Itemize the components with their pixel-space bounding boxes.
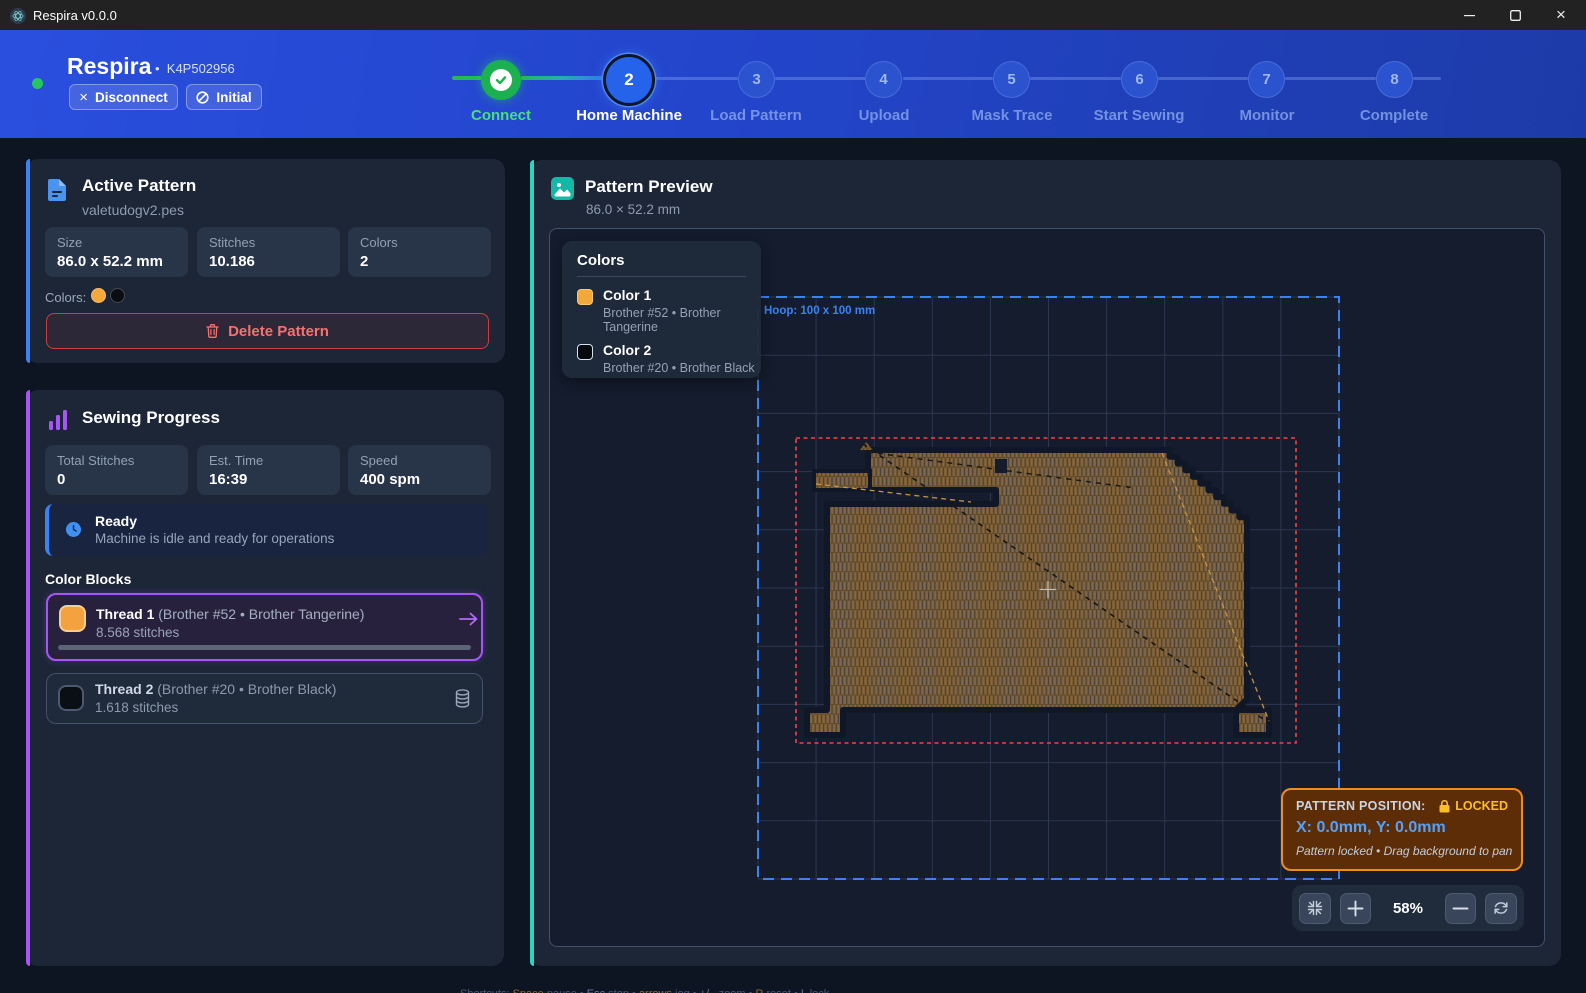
svg-text:Hoop: 100 x 100 mm: Hoop: 100 x 100 mm [764, 305, 875, 317]
